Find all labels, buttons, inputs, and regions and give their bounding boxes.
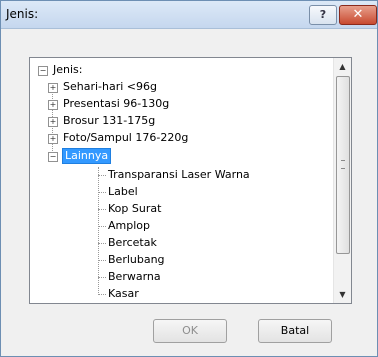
tree-child-label: Kop Surat [108, 202, 162, 215]
tree-child-label: Berlubang [108, 253, 165, 266]
tree-child-transparansi[interactable]: Transparansi Laser Warna [108, 167, 250, 183]
expand-icon[interactable]: + [48, 117, 58, 127]
expand-icon[interactable]: + [48, 134, 58, 144]
scroll-thumb[interactable] [336, 76, 350, 254]
tree-child-kop-surat[interactable]: Kop Surat [108, 201, 161, 217]
tree-child-label-item[interactable]: Label [108, 184, 138, 200]
cancel-button[interactable]: Batal [258, 319, 332, 343]
selected-tree-item-label: Lainnya [62, 148, 112, 164]
close-button[interactable]: ✕ [339, 5, 377, 25]
ok-button[interactable]: OK [153, 319, 227, 343]
scroll-up-icon[interactable]: ▲ [334, 58, 351, 75]
expand-icon[interactable]: + [48, 100, 58, 110]
collapse-icon[interactable]: − [38, 66, 48, 76]
tree-child-bercetak[interactable]: Bercetak [108, 235, 157, 251]
tree-child-label: Berwarna [108, 270, 161, 283]
help-button[interactable]: ? [309, 5, 337, 25]
dialog-window: Jenis: ? ✕ − Jenis: + Sehari-hari <96g +… [0, 0, 378, 357]
vertical-scrollbar[interactable]: ▲ ▼ [333, 58, 351, 303]
tree-root-label: Jenis: [53, 63, 83, 76]
collapse-icon[interactable]: − [48, 152, 58, 162]
tree-child-berlubang[interactable]: Berlubang [108, 252, 165, 268]
expand-icon[interactable]: + [48, 83, 58, 93]
title-bar: Jenis: ? ✕ [1, 1, 377, 29]
tree-child-label: Label [108, 185, 138, 198]
tree-child-label: Kasar [108, 287, 139, 300]
tree-item-label: Brosur 131-175g [63, 114, 156, 127]
tree-item-label: Sehari-hari <96g [63, 80, 157, 93]
paper-type-tree[interactable]: − Jenis: + Sehari-hari <96g + Presentasi… [29, 57, 352, 304]
tree-item-label: Presentasi 96-130g [63, 97, 170, 110]
tree-item-label: Foto/Sampul 176-220g [63, 131, 189, 144]
tree-child-kasar[interactable]: Kasar [108, 286, 139, 302]
dialog-title: Jenis: [6, 7, 39, 21]
grip-icon [341, 160, 345, 169]
tree-child-label: Amplop [108, 219, 150, 232]
scroll-down-icon[interactable]: ▼ [334, 286, 351, 303]
tree-child-amplop[interactable]: Amplop [108, 218, 150, 234]
tree-child-label: Transparansi Laser Warna [108, 168, 250, 181]
tree-child-label: Bercetak [108, 236, 157, 249]
tree-child-berwarna[interactable]: Berwarna [108, 269, 161, 285]
